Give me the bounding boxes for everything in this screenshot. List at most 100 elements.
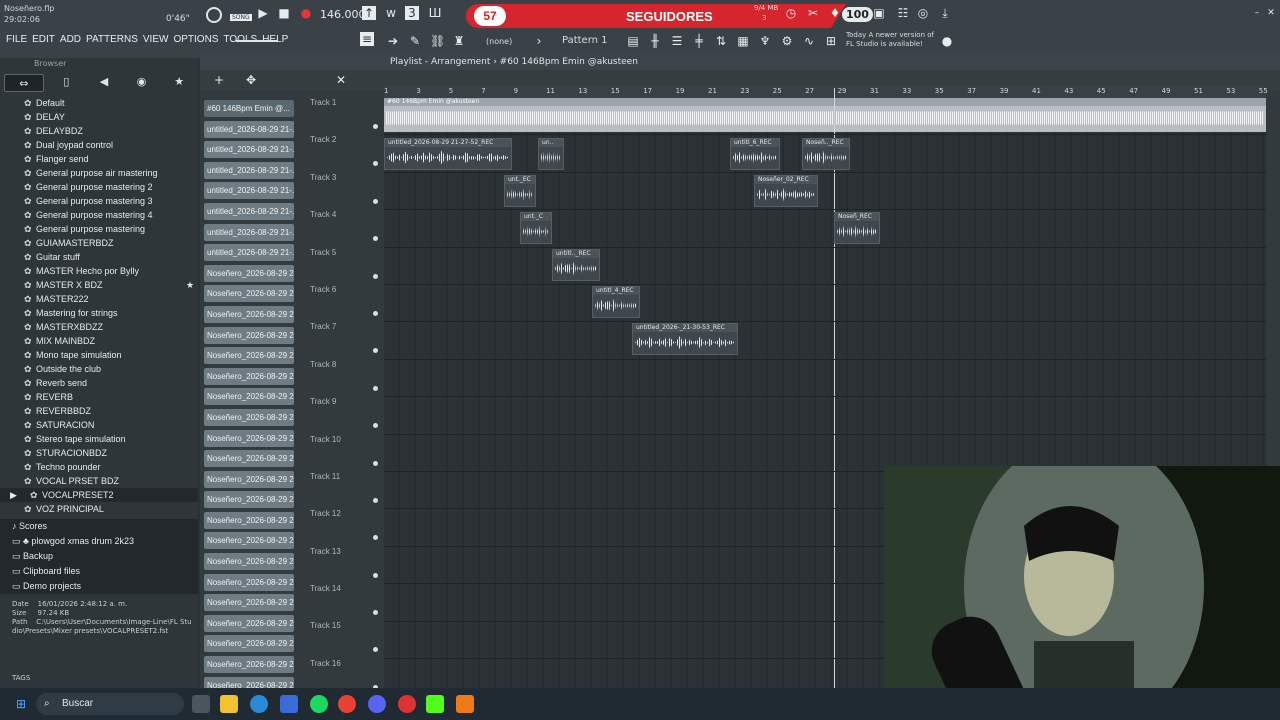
audio-clip[interactable]: untitled_2026-08-29 21-27-52_REC: [384, 138, 512, 170]
pattern-clip[interactable]: Noseñero_2026-08-29 2...: [204, 388, 294, 406]
browser-item[interactable]: ✿ General purpose mastering 2: [0, 180, 198, 194]
pattern-clip[interactable]: untitled_2026-08-29 21-...: [204, 202, 294, 220]
track-header[interactable]: Track 6: [306, 285, 380, 322]
pattern-clip[interactable]: Noseñero_2026-08-29 2...: [204, 470, 294, 488]
track-header[interactable]: Track 14: [306, 584, 380, 621]
pattern-clip[interactable]: Noseñero_2026-08-29 2...: [204, 264, 294, 282]
pattern-clip[interactable]: Noseñero_2026-08-29 2...: [204, 573, 294, 591]
audio-clip[interactable]: untitl.._REC: [552, 249, 600, 281]
minimize-icon[interactable]: –: [1250, 6, 1264, 20]
browser-star-icon[interactable]: ★: [160, 73, 198, 93]
pattern-clip[interactable]: untitled_2026-08-29 21-...: [204, 161, 294, 179]
browser-item[interactable]: ✿ DELAYBDZ: [0, 124, 198, 138]
browser-item[interactable]: ✿ General purpose mastering 4: [0, 208, 198, 222]
browser-item[interactable]: ✿ MASTER X BDZ ★: [0, 278, 198, 292]
close-icon[interactable]: ✕: [1264, 6, 1278, 20]
chevron-right-icon[interactable]: ›: [532, 34, 546, 48]
track-header[interactable]: Track 12: [306, 509, 380, 546]
mixer-view-icon[interactable]: ╪: [692, 34, 706, 48]
mic-icon[interactable]: ♦: [828, 6, 842, 20]
audio-clip[interactable]: Noseñ.._REC: [802, 138, 850, 170]
wave-icon[interactable]: ∿: [802, 34, 816, 48]
track-mute-dot[interactable]: [373, 198, 378, 204]
browser-item[interactable]: ✿ Stereo tape simulation: [0, 432, 198, 446]
track-mute-dot[interactable]: [373, 236, 378, 242]
audio-clip[interactable]: Noseñ_REC: [834, 212, 880, 244]
browser-item[interactable]: ✿ Techno pounder: [0, 460, 198, 474]
track-header[interactable]: Track 8: [306, 360, 380, 397]
track-header[interactable]: Track 5: [306, 248, 380, 285]
none-selector[interactable]: (none): [486, 37, 512, 46]
shop-icon[interactable]: ⊞: [824, 34, 838, 48]
track-mute-dot[interactable]: [373, 161, 378, 167]
track-mute-dot[interactable]: [373, 572, 378, 578]
track-header[interactable]: Track 1: [306, 98, 380, 135]
section-folder[interactable]: ▭ Backup: [0, 549, 198, 564]
pattern-clip[interactable]: Noseñero_2026-08-29 2...: [204, 656, 294, 674]
wait-icon[interactable]: w: [384, 6, 398, 20]
browser-icon[interactable]: ▦: [736, 34, 750, 48]
piano-roll-icon[interactable]: ╫: [648, 34, 662, 48]
pattern-clip[interactable]: Noseñero_2026-08-29 2...: [204, 450, 294, 468]
brush-icon[interactable]: ✎: [408, 34, 422, 48]
browser-item[interactable]: ✿ General purpose mastering: [0, 222, 198, 236]
file-explorer-icon[interactable]: [220, 695, 238, 713]
spotify-icon[interactable]: [310, 695, 328, 713]
pattern-clip[interactable]: Noseñero_2026-08-29 2...: [204, 594, 294, 612]
browser-item[interactable]: ✿ VOZ PRINCIPAL: [0, 502, 198, 516]
audio-clip[interactable]: untitl_6_REC: [730, 138, 780, 170]
chrome-icon[interactable]: [338, 695, 356, 713]
browser-all-icon[interactable]: ⇔: [4, 74, 44, 92]
audio-clip[interactable]: unt._C: [520, 212, 552, 244]
clock-icon[interactable]: ◷: [784, 6, 798, 20]
blend-icon[interactable]: Ш: [428, 6, 442, 20]
pattern-selector[interactable]: Pattern 1: [562, 35, 608, 46]
mixer-icon[interactable]: ☷: [896, 6, 910, 20]
master-volume[interactable]: 100: [842, 7, 873, 22]
track-header[interactable]: Track 11: [306, 472, 380, 509]
audio-clip[interactable]: untitled_2026-_21-30-53_REC: [632, 323, 738, 355]
menu-patterns[interactable]: PATTERNS: [86, 34, 138, 45]
song-mode-button[interactable]: SONG: [230, 14, 252, 21]
browser-item[interactable]: ✿ General purpose air mastering: [0, 166, 198, 180]
pattern-clip[interactable]: Noseñero_2026-08-29 2...: [204, 614, 294, 632]
browser-item[interactable]: ✿ Reverb send: [0, 376, 198, 390]
pattern-clip[interactable]: Noseñero_2026-08-29 2...: [204, 408, 294, 426]
routing-icon[interactable]: ⇅: [714, 34, 728, 48]
pattern-clip[interactable]: Noseñero_2026-08-29 2...: [204, 285, 294, 303]
stop-icon[interactable]: ■: [277, 6, 291, 20]
menu-file[interactable]: FILE: [6, 34, 27, 45]
store-icon[interactable]: [280, 695, 298, 713]
discord-icon[interactable]: [368, 695, 386, 713]
track-header[interactable]: Track 4: [306, 210, 380, 247]
pattern-clip[interactable]: untitled_2026-08-29 21-...: [204, 120, 294, 138]
pattern-clip[interactable]: Noseñero_2026-08-29 2...: [204, 635, 294, 653]
browser-cloud-icon[interactable]: ◉: [123, 73, 161, 93]
link-icon[interactable]: ⛓: [430, 34, 445, 48]
track-header[interactable]: Track 10: [306, 435, 380, 472]
download-icon[interactable]: ⤓: [938, 6, 952, 20]
pattern-clip[interactable]: Noseñero_2026-08-29 2...: [204, 511, 294, 529]
browser-item[interactable]: ✿ Default: [0, 96, 198, 110]
browser-item[interactable]: ✿ MASTER Hecho por Bylly: [0, 264, 198, 278]
fl-studio-icon[interactable]: [456, 695, 474, 713]
track-mute-dot[interactable]: [373, 610, 378, 616]
stamp-icon[interactable]: ♜: [452, 34, 466, 48]
play-icon[interactable]: ▶: [256, 6, 270, 20]
track-mute-dot[interactable]: [373, 310, 378, 316]
browser-item[interactable]: ✿ Mono tape simulation: [0, 348, 198, 362]
browser-item[interactable]: ✿ Dual joypad control: [0, 138, 198, 152]
browser-item[interactable]: ✿ VOCAL PRSET BDZ: [0, 474, 198, 488]
task-view-icon[interactable]: [192, 695, 210, 713]
track-mute-dot[interactable]: [373, 348, 378, 354]
pattern-clip[interactable]: Noseñero_2026-08-29 2...: [204, 367, 294, 385]
timeline-ruler[interactable]: 1 3 5 7 9 11 13 15 17 19 21 23 25 27 29 31 33 35 37 39 41 43 4…: [384, 86, 1268, 98]
track-mute-dot[interactable]: [373, 124, 378, 129]
cut-icon[interactable]: ✂: [806, 6, 820, 20]
browser-item[interactable]: ✿ Flanger send: [0, 152, 198, 166]
track-header[interactable]: Track 2: [306, 135, 380, 172]
pattern-clip[interactable]: untitled_2026-08-29 21-...: [204, 244, 294, 262]
track-header[interactable]: Track 15: [306, 621, 380, 658]
browser-file-icon[interactable]: ▯: [48, 73, 86, 93]
pattern-clip[interactable]: untitled_2026-08-29 21-...: [204, 223, 294, 241]
